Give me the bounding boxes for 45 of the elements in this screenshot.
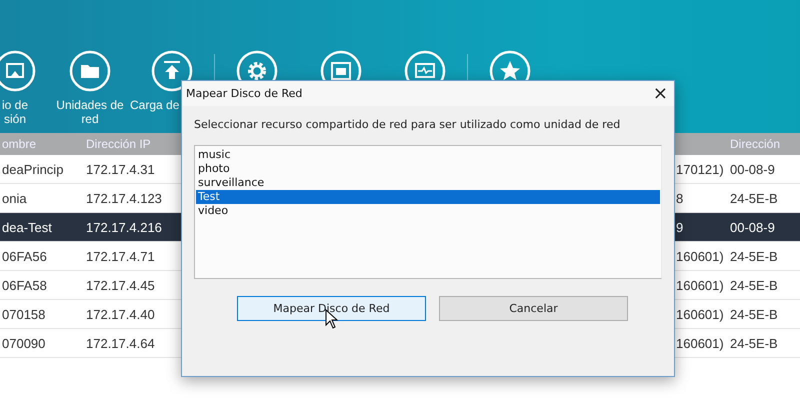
table-cell-text: 160601) [675,248,724,264]
table-cell-text: 160601) [675,278,724,292]
table-cell-text: 24-5E-B [729,190,778,206]
map-drive-button[interactable]: Mapear Disco de Red [237,296,426,321]
toolbar-label[interactable]: io de sión [2,98,28,126]
list-item[interactable]: video [196,204,660,218]
instruction-text: Seleccionar recurso compartido de red para ser utilizado como unidad de red [194,118,622,131]
table-cell-text: 00-08-9 [729,162,775,176]
list-item[interactable]: Test [196,190,660,204]
table-cell-text: 172.17.4.31 [85,162,155,176]
list-item[interactable]: music [196,148,660,162]
table-cell-text: 172.17.4.71 [85,248,155,264]
table-cell-text: 06FA58 [1,278,47,292]
column-header: ombre [1,137,36,151]
table-cell-text: 172.17.4.45 [85,278,155,292]
close-button[interactable]: × [652,84,668,102]
window-title: Mapear Disco de Red [186,87,302,100]
table-cell-text: 070158 [1,306,46,322]
table-cell-text: 24-5E-B [729,336,778,350]
table-cell-text: 160601) [675,336,724,350]
table-cell-text: 24-5E-B [729,306,778,322]
toolbar-label[interactable]: Unidades de red [56,98,124,126]
table-cell-text: 172.17.4.123 [85,190,162,206]
column-header: Dirección [729,137,780,151]
column-header: Dirección IP [85,137,151,151]
table-cell-text: deaPrincip [1,162,64,176]
cancel-button[interactable]: Cancelar [439,296,628,321]
table-cell-text: 170121) [675,162,724,176]
table-cell-text: 160601) [675,306,724,322]
table-cell-text: 070090 [1,336,46,350]
table-cell-text: 9 [675,220,684,234]
list-item[interactable]: surveillance [196,176,660,190]
table-cell-text: 172.17.4.64 [85,336,155,350]
folder-icon[interactable] [69,50,111,92]
table-cell-text: onia [1,190,27,206]
toolbar-label[interactable]: Carga de [130,98,180,112]
table-cell-text: 172.17.4.216 [85,220,162,234]
table-cell-text: 00-08-9 [729,220,775,234]
table-cell-text: 24-5E-B [729,278,778,292]
table-cell-text: 172.17.4.40 [85,306,155,322]
table-cell-text: 8 [675,190,684,206]
table-cell-text: 24-5E-B [729,248,778,264]
list-item[interactable]: photo [196,162,660,176]
table-cell-text: dea-Test [1,220,52,234]
table-cell-text: 06FA56 [1,248,47,264]
